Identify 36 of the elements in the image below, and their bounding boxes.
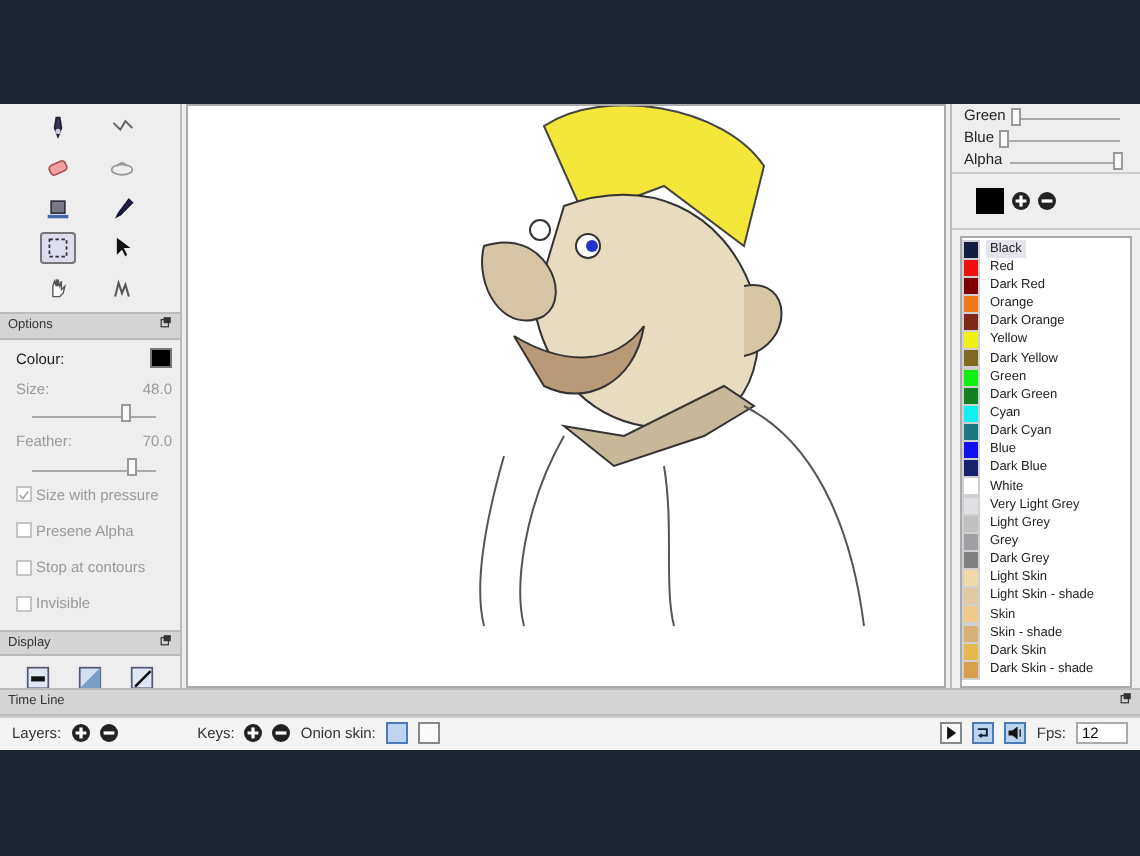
remove-layer-button[interactable]: [99, 724, 118, 743]
float-icon[interactable]: [160, 316, 172, 328]
float-icon[interactable]: [160, 633, 172, 645]
onion-skin-toggle[interactable]: [417, 722, 440, 745]
remove-key-button[interactable]: [272, 724, 291, 743]
play-icon: [942, 724, 961, 743]
add-layer-button[interactable]: [71, 724, 90, 743]
current-color-swatch[interactable]: [976, 188, 1004, 214]
slider-thumb[interactable]: [1010, 108, 1021, 126]
line-icon: [130, 666, 154, 691]
slider-thumb[interactable]: [999, 130, 1010, 148]
add-key-button[interactable]: [244, 724, 263, 743]
float-icon[interactable]: [1120, 692, 1132, 704]
check-icon: [18, 487, 30, 502]
speaker-icon: [1006, 724, 1025, 743]
loop-icon: [974, 724, 993, 743]
selection-icon: [46, 236, 70, 260]
playback-button[interactable]: [940, 722, 963, 745]
brush-icon: [110, 156, 134, 180]
smudge-icon: [110, 276, 134, 300]
paint-bucket-icon: [46, 196, 70, 220]
eraser-icon: [46, 156, 70, 180]
onion-skin-toggle[interactable]: [385, 722, 408, 745]
playback-button[interactable]: [972, 722, 995, 745]
remove-color-button[interactable]: [1038, 192, 1056, 210]
slider-thumb[interactable]: [1112, 152, 1123, 170]
colour-swatch[interactable]: [150, 348, 172, 369]
slider-thumb[interactable]: [126, 457, 137, 475]
playback-button[interactable]: [1004, 722, 1027, 745]
tool-button[interactable]: [40, 232, 76, 264]
eyedropper-icon: [110, 196, 134, 220]
hand-icon: [46, 276, 70, 300]
outline-icon: [26, 666, 50, 691]
add-color-button[interactable]: [1012, 192, 1030, 210]
slider-thumb[interactable]: [120, 404, 130, 423]
gradient-icon: [78, 666, 102, 691]
